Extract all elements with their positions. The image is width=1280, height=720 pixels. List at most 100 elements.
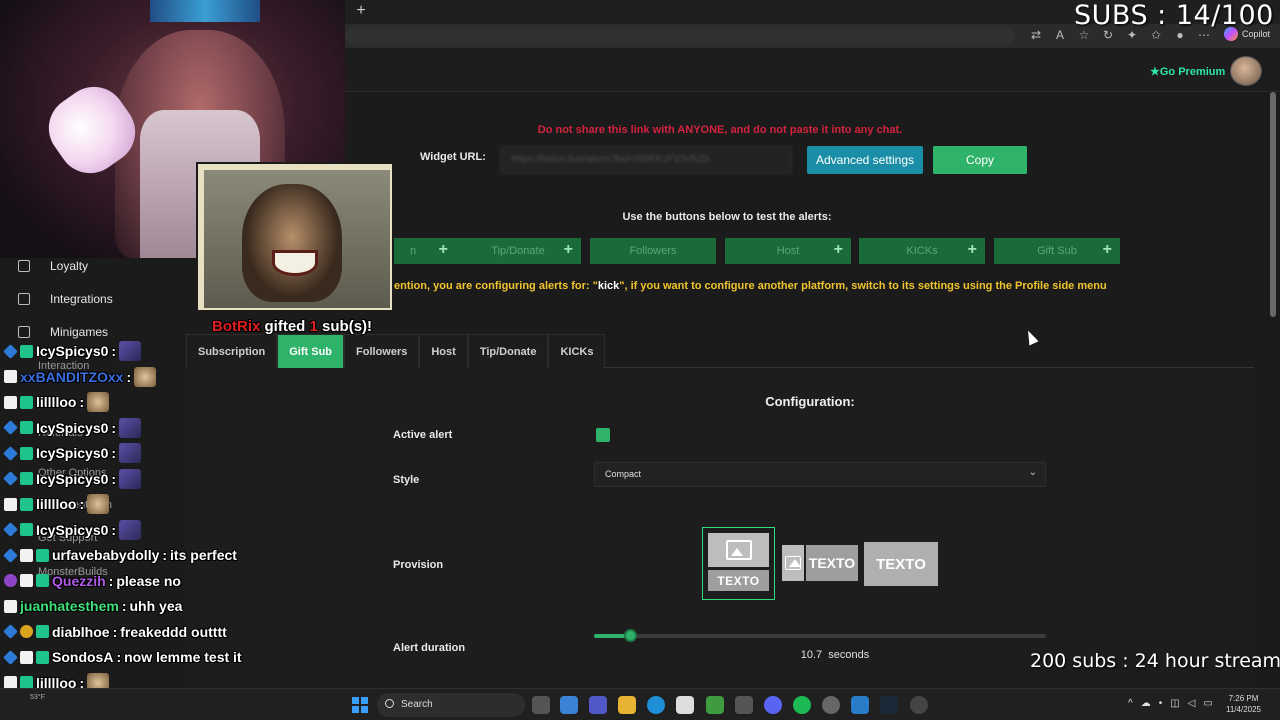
- provision-text: TEXTO: [876, 555, 926, 573]
- tab-host[interactable]: Host: [419, 334, 468, 368]
- photos-icon[interactable]: [851, 696, 869, 714]
- settings-gear-icon[interactable]: [822, 696, 840, 714]
- chat-message: lilllloo :: [4, 493, 110, 515]
- chat-message: xxBANDITZOxx :: [4, 366, 157, 388]
- chat-username: urfavebabydolly: [52, 547, 160, 563]
- style-select[interactable]: Compact ⌄: [594, 462, 1046, 487]
- go-premium-link[interactable]: ★Go Premium: [1150, 65, 1225, 78]
- alert-duration-value: 10.7 seconds: [800, 649, 870, 661]
- chat-badge-icon: [20, 472, 33, 485]
- scrollbar-thumb[interactable]: [1270, 92, 1276, 317]
- teams-icon[interactable]: [589, 696, 607, 714]
- gift-alert-text: BotRix gifted 1 sub(s)!: [212, 318, 373, 335]
- tab-gift-sub[interactable]: Gift Sub: [277, 334, 345, 368]
- chat-colon: :: [79, 394, 85, 410]
- chat-colon: :: [111, 343, 117, 359]
- sidebar-item-minigames[interactable]: Minigames: [18, 325, 108, 339]
- test-kicks-button[interactable]: KICKs +: [859, 238, 985, 264]
- chat-badge-icon: [36, 625, 49, 638]
- chat-message: juanhatesthem : uhh yea: [4, 595, 182, 617]
- alert-type-tabs: Subscription Gift Sub Followers Host Tip…: [186, 334, 606, 368]
- chat-badge-icon: [20, 548, 33, 562]
- new-tab-button[interactable]: +: [352, 2, 370, 20]
- cloud-icon[interactable]: ☁: [1141, 698, 1151, 709]
- plus-icon: +: [438, 241, 448, 258]
- chat-badge-icon: [20, 625, 33, 638]
- windows-start-icon[interactable]: [352, 697, 368, 713]
- widget-url-field[interactable]: https://botrix.live/alerts?bid=RBKKzFVSr…: [500, 146, 792, 174]
- store-icon[interactable]: [676, 696, 694, 714]
- tab-tip-donate[interactable]: Tip/Donate: [467, 334, 549, 368]
- chat-colon: :: [108, 572, 114, 589]
- chat-colon: :: [116, 649, 122, 665]
- 4k-app-icon[interactable]: [910, 696, 928, 714]
- sidebar-item-integrations[interactable]: Integrations: [18, 292, 113, 306]
- taskbar-clock[interactable]: 7:26 PM 11/4/2025: [1226, 693, 1261, 715]
- tab-subscription[interactable]: Subscription: [186, 334, 278, 368]
- alert-duration-slider[interactable]: [594, 629, 1046, 642]
- chat-emote-icon: [119, 341, 142, 361]
- translate-icon[interactable]: ⇄: [1028, 27, 1044, 43]
- test-gift-sub-button[interactable]: Gift Sub +: [994, 238, 1120, 264]
- provision-option-stacked[interactable]: TEXTO: [702, 527, 775, 600]
- active-alert-checkbox[interactable]: [596, 428, 610, 442]
- active-alert-label: Active alert: [393, 429, 453, 441]
- chat-colon: :: [111, 419, 117, 436]
- chat-colon: :: [121, 598, 127, 614]
- battery-icon[interactable]: ▭: [1203, 698, 1212, 709]
- chat-badge-icon: [4, 395, 17, 409]
- provision-option-overlay[interactable]: TEXTO: [864, 542, 938, 586]
- volume-icon[interactable]: ◁: [1188, 698, 1196, 709]
- chat-colon: :: [162, 547, 168, 563]
- chevron-up-icon[interactable]: ^: [1128, 698, 1133, 709]
- app-icon[interactable]: [735, 696, 753, 714]
- spotify-icon[interactable]: [793, 696, 811, 714]
- mouse-cursor-icon: [1023, 328, 1039, 346]
- steam-icon[interactable]: [880, 696, 898, 714]
- chat-badge-icon: [3, 547, 18, 563]
- chat-emote-icon: [134, 366, 157, 387]
- read-aloud-icon[interactable]: A: [1052, 27, 1068, 43]
- sidebar-item-loyalty[interactable]: Loyalty: [18, 259, 88, 273]
- widget-url-label: Widget URL:: [420, 151, 486, 163]
- copy-button[interactable]: Copy: [933, 146, 1027, 174]
- weather-widget[interactable]: 53°F: [30, 694, 45, 701]
- chat-message: IcySpicys0 :: [3, 442, 142, 464]
- tab-followers[interactable]: Followers: [344, 334, 420, 368]
- chat-message: IcySpicys0 :: [3, 468, 142, 490]
- taskbar-search[interactable]: Search: [377, 693, 525, 717]
- address-input[interactable]: [345, 27, 1015, 45]
- advanced-settings-button[interactable]: Advanced settings: [807, 146, 923, 174]
- subs-counter: SUBS : 14/100: [1074, 0, 1274, 31]
- chat-message: IcySpicys0 :: [3, 519, 142, 541]
- test-host-button[interactable]: Host +: [725, 238, 851, 264]
- test-followers-button[interactable]: Followers: [590, 238, 716, 264]
- chat-emote-icon: [87, 392, 110, 412]
- task-view-icon[interactable]: [532, 696, 550, 714]
- copilot-app-icon[interactable]: [560, 696, 578, 714]
- chat-username: lilllloo: [36, 496, 77, 512]
- chat-message: IcySpicys0 :: [3, 340, 142, 362]
- tab-kicks[interactable]: KICKs: [548, 334, 606, 368]
- chat-colon: :: [111, 470, 117, 487]
- chimp-image: [242, 184, 342, 302]
- minecraft-icon[interactable]: [706, 696, 724, 714]
- provision-option-side[interactable]: TEXTO: [782, 545, 858, 581]
- chat-username: IcySpicys0: [36, 521, 109, 538]
- chat-badge-icon: [4, 574, 17, 587]
- discord-icon[interactable]: [764, 696, 782, 714]
- user-avatar[interactable]: [1230, 56, 1262, 86]
- page-scrollbar[interactable]: [1270, 92, 1276, 692]
- chat-badge-icon: [3, 522, 18, 537]
- trophy-icon: [18, 260, 30, 272]
- test-tip-button[interactable]: Tip/Donate +: [455, 238, 581, 264]
- file-explorer-icon[interactable]: [618, 696, 636, 714]
- mic-icon[interactable]: •: [1159, 698, 1163, 709]
- chat-text: freakeddd outttt: [120, 623, 227, 640]
- plus-icon: +: [833, 241, 843, 258]
- chat-message: Quezzih : please no: [4, 570, 181, 592]
- chat-username: Quezzih: [52, 572, 106, 589]
- edge-icon[interactable]: [647, 696, 665, 714]
- image-placeholder-icon: [782, 545, 804, 581]
- network-icon[interactable]: ◫: [1170, 698, 1179, 709]
